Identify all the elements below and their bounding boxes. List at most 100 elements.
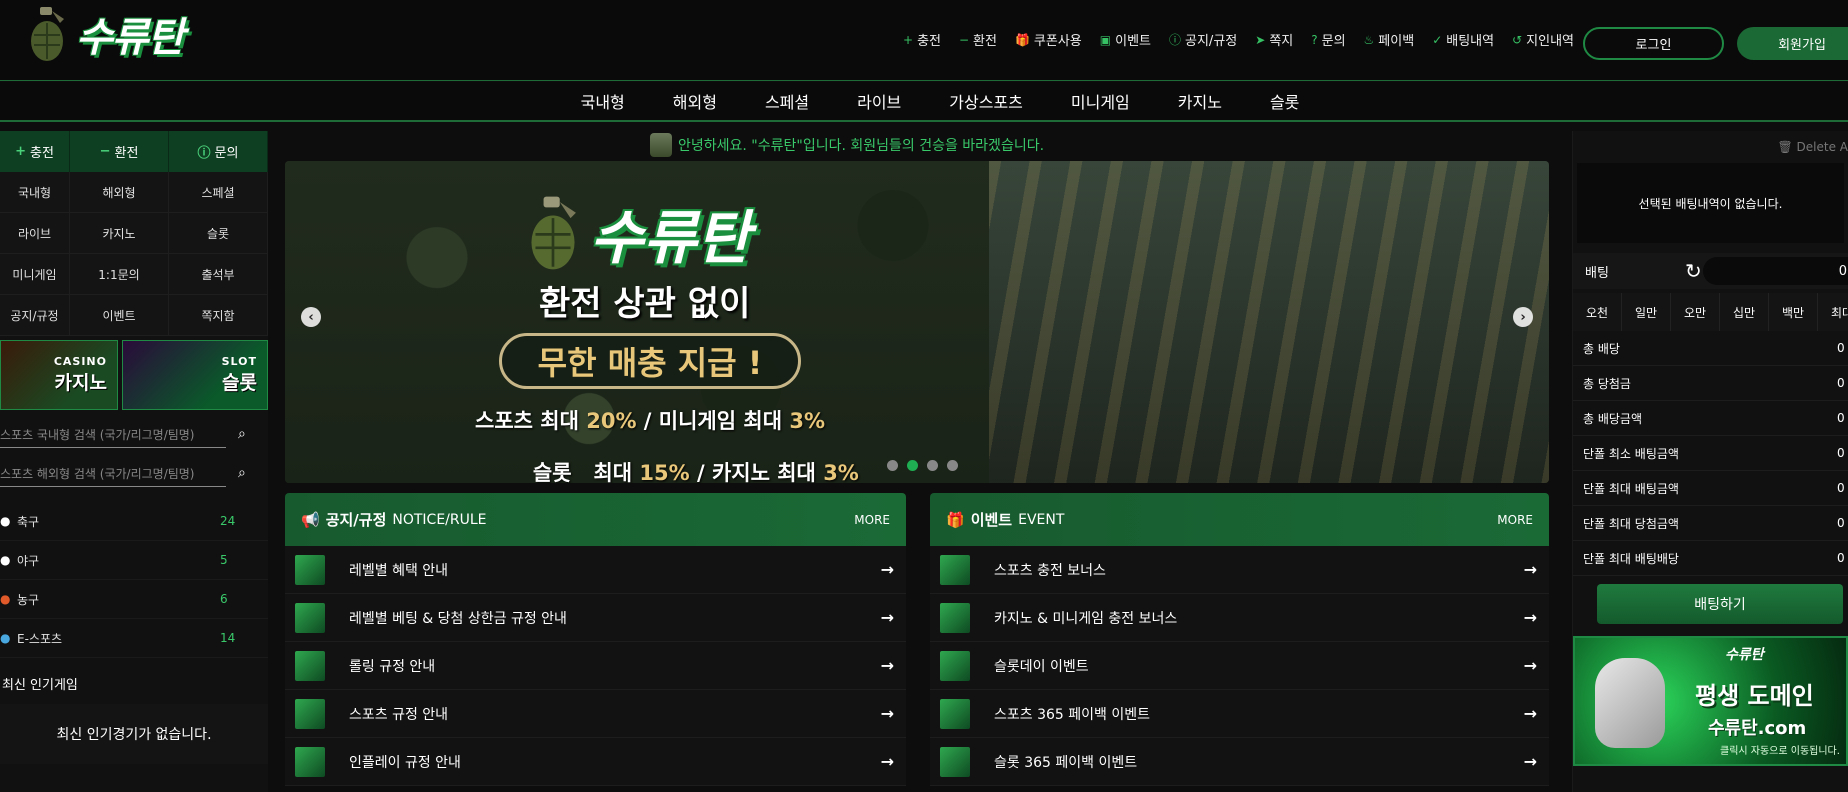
mainnav-item[interactable]: 국내형 <box>581 89 625 113</box>
panel-row[interactable]: 카지노 & 미니게임 충전 보너스 → <box>930 594 1549 642</box>
panel-title: 이벤트 <box>970 511 1013 529</box>
panel-row[interactable]: 스포츠 충전 보너스 → <box>930 546 1549 594</box>
thumbnail-image <box>940 746 970 777</box>
menu-grid-item[interactable]: 1:1문의 <box>70 254 169 295</box>
info-icon: ⓘ <box>1169 33 1182 47</box>
topnav-item[interactable]: − 환전 <box>959 30 997 50</box>
mainnav-item[interactable]: 카지노 <box>1178 89 1222 113</box>
search-icon[interactable]: ⌕ <box>238 465 246 481</box>
refresh-icon[interactable]: ↻ <box>1685 259 1702 283</box>
arrow-right-icon[interactable]: → <box>1524 608 1537 627</box>
site-logo[interactable]: 수류탄 <box>24 4 184 64</box>
arrow-right-icon[interactable]: → <box>881 752 894 771</box>
next-slide-button[interactable]: › <box>1513 307 1533 327</box>
menu-grid-item[interactable]: 해외형 <box>70 172 169 213</box>
menu-grid-item[interactable]: 출석부 <box>169 254 268 295</box>
mainnav-item[interactable]: 가상스포츠 <box>949 89 1023 113</box>
amount-button[interactable]: 일만 <box>1622 293 1671 331</box>
panel-row[interactable]: 스포츠 규정 안내 → <box>285 690 906 738</box>
stat-label: 단폴 최대 당첨금액 <box>1583 516 1679 531</box>
event-panel: 🎁 이벤트 EVENT MORE 스포츠 충전 보너스 → 카지노 & 미니게임 충… <box>930 493 1549 792</box>
arrow-right-icon[interactable]: → <box>881 608 894 627</box>
join-button[interactable]: 회원가입 <box>1737 27 1848 60</box>
bet-amount-input[interactable]: 0 <box>1703 257 1848 285</box>
quick-withdraw-button[interactable]: − 환전 <box>70 131 169 172</box>
more-link[interactable]: MORE <box>1497 513 1533 527</box>
menu-grid-item[interactable]: 국내형 <box>0 172 70 213</box>
panel-title: 공지/규정 <box>325 511 387 529</box>
menu-grid-item[interactable]: 이벤트 <box>70 295 169 336</box>
more-link[interactable]: MORE <box>854 513 890 527</box>
login-button[interactable]: 로그인 <box>1583 27 1724 60</box>
panel-row[interactable]: 인플레이 규정 안내 → <box>285 738 906 786</box>
amount-button[interactable]: 오만 <box>1671 293 1720 331</box>
menu-grid-item[interactable]: 슬롯 <box>169 213 268 254</box>
menu-grid-item[interactable]: 쪽지함 <box>169 295 268 336</box>
topnav-item[interactable]: ✓ 배팅내역 <box>1432 30 1494 50</box>
amount-button[interactable]: 최대 <box>1818 293 1848 331</box>
stat-label: 단폴 최대 배팅배당 <box>1583 551 1679 566</box>
sport-item[interactable]: ● 농구 6 <box>0 580 268 619</box>
prev-slide-button[interactable]: ‹ <box>301 307 321 327</box>
mainnav-item[interactable]: 라이브 <box>857 89 901 113</box>
menu-grid-item[interactable]: 스페셜 <box>169 172 268 213</box>
menu-grid-item[interactable]: 공지/규정 <box>0 295 70 336</box>
topnav-item[interactable]: ⓘ 공지/규정 <box>1169 30 1237 49</box>
topnav-item[interactable]: ↺ 지인내역 <box>1512 30 1574 50</box>
quick-deposit-button[interactable]: + 충전 <box>0 131 70 172</box>
slide-dot[interactable] <box>947 460 958 471</box>
menu-grid-item[interactable]: 카지노 <box>70 213 169 254</box>
topnav-item[interactable]: + 충전 <box>903 30 941 50</box>
panel-row[interactable]: 스포츠 365 페이백 이벤트 → <box>930 690 1549 738</box>
panel-row[interactable]: 레벨별 혜택 안내 → <box>285 546 906 594</box>
arrow-right-icon[interactable]: → <box>1524 656 1537 675</box>
domestic-search-input[interactable]: 스포츠 국내형 검색 (국가/리그명/팀명) <box>0 422 226 448</box>
promo-row: CASINO 카지노 SLOT 슬롯 <box>0 336 268 414</box>
delete-all-button[interactable]: 🗑 Delete A <box>1573 131 1848 163</box>
arrow-right-icon[interactable]: → <box>1524 560 1537 579</box>
slide-dot[interactable] <box>927 460 938 471</box>
stat-label: 총 배당 <box>1583 341 1620 356</box>
topnav-item[interactable]: 🎁 쿠폰사용 <box>1015 30 1082 50</box>
sport-item[interactable]: ● 야구 5 <box>0 541 268 580</box>
menu-grid-item[interactable]: 라이브 <box>0 213 70 254</box>
slide-dot[interactable] <box>887 460 898 471</box>
panel-row[interactable]: 롤링 규정 안내 → <box>285 642 906 690</box>
mainnav-item[interactable]: 스페셜 <box>765 89 809 113</box>
arrow-right-icon[interactable]: → <box>1524 752 1537 771</box>
domain-promo-banner[interactable]: 수류탄 평생 도메인 수류탄.com 클릭시 자동으로 이동됩니다. <box>1573 636 1848 766</box>
sport-count: 24 <box>220 514 236 528</box>
topnav-item[interactable]: ➤ 쪽지 <box>1255 30 1293 50</box>
quick-inquiry-button[interactable]: ⓘ 문의 <box>169 131 268 172</box>
mainnav-item[interactable]: 해외형 <box>673 89 717 113</box>
topnav-item[interactable]: ♨ 페이백 <box>1364 30 1415 50</box>
slide-dot[interactable] <box>907 460 918 471</box>
panel-row[interactable]: 레벨별 베팅 & 당첨 상한금 규정 안내 → <box>285 594 906 642</box>
topnav-item[interactable]: ? 문의 <box>1311 30 1345 50</box>
promo-sub: CASINO <box>53 355 107 368</box>
arrow-right-icon[interactable]: → <box>881 560 894 579</box>
sport-item[interactable]: ● E-스포츠 14 <box>0 619 268 658</box>
overseas-search-input[interactable]: 스포츠 해외형 검색 (국가/리그명/팀명) <box>0 461 226 487</box>
arrow-right-icon[interactable]: → <box>881 656 894 675</box>
hero-banner[interactable]: 수류탄 환전 상관 없이 무한 매충 지급 ! 스포츠 최대 20% / 미니게… <box>285 161 1549 483</box>
mainnav-item[interactable]: 슬롯 <box>1270 89 1299 113</box>
search-icon[interactable]: ⌕ <box>238 426 246 442</box>
arrow-right-icon[interactable]: → <box>1524 704 1537 723</box>
amount-button[interactable]: 백만 <box>1769 293 1818 331</box>
amount-button[interactable]: 십만 <box>1720 293 1769 331</box>
amount-button[interactable]: 오천 <box>1573 293 1622 331</box>
mainnav-item[interactable]: 미니게임 <box>1071 89 1130 113</box>
panel-row[interactable]: 슬롯 365 페이백 이벤트 → <box>930 738 1549 786</box>
arrow-right-icon[interactable]: → <box>881 704 894 723</box>
menu-grid-item[interactable]: 미니게임 <box>0 254 70 295</box>
sport-ball-icon: ● <box>0 592 11 606</box>
stat-label: 총 당첨금 <box>1583 376 1631 391</box>
bet-stat-row: 총 당첨금 0 <box>1573 366 1848 401</box>
slot-promo-banner[interactable]: SLOT 슬롯 <box>122 340 268 410</box>
casino-promo-banner[interactable]: CASINO 카지노 <box>0 340 118 410</box>
sport-item[interactable]: ● 축구 24 <box>0 502 268 541</box>
panel-row[interactable]: 슬롯데이 이벤트 → <box>930 642 1549 690</box>
topnav-item[interactable]: ▣ 이벤트 <box>1100 30 1151 50</box>
place-bet-button[interactable]: 배팅하기 <box>1597 584 1843 624</box>
